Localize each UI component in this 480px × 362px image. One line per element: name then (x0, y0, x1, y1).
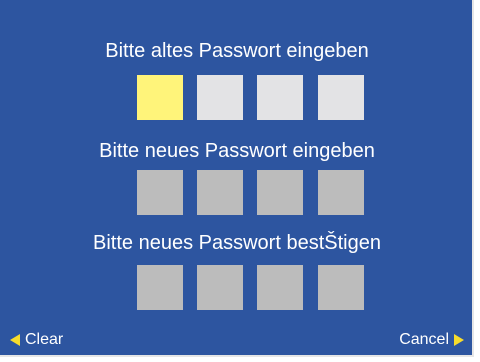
old-password-digit-2[interactable] (197, 75, 243, 120)
confirm-password-digit-1[interactable] (137, 265, 183, 310)
old-password-field[interactable] (137, 75, 367, 120)
old-password-digit-4[interactable] (318, 75, 364, 120)
old-password-digit-1[interactable] (137, 75, 183, 120)
new-password-digit-2[interactable] (197, 170, 243, 215)
new-password-field[interactable] (137, 170, 367, 215)
new-password-digit-3[interactable] (257, 170, 303, 215)
cancel-label: Cancel (399, 331, 449, 348)
confirm-password-digit-2[interactable] (197, 265, 243, 310)
confirm-password-digit-4[interactable] (318, 265, 364, 310)
confirm-password-prompt: Bitte neues Passwort bestŠtigen (93, 232, 381, 254)
old-password-digit-3[interactable] (257, 75, 303, 120)
arrow-right-icon (454, 334, 464, 346)
new-password-digit-4[interactable] (318, 170, 364, 215)
arrow-left-icon (10, 334, 20, 346)
new-password-digit-1[interactable] (137, 170, 183, 215)
clear-button[interactable]: Clear (10, 330, 63, 350)
cancel-button[interactable]: Cancel (399, 330, 464, 350)
confirm-password-digit-3[interactable] (257, 265, 303, 310)
confirm-password-field[interactable] (137, 265, 367, 310)
new-password-prompt: Bitte neues Passwort eingeben (99, 140, 375, 162)
clear-label: Clear (25, 331, 64, 348)
old-password-prompt: Bitte altes Passwort eingeben (105, 40, 369, 62)
password-change-screen: Bitte altes Passwort eingeben Bitte neue… (0, 0, 474, 357)
